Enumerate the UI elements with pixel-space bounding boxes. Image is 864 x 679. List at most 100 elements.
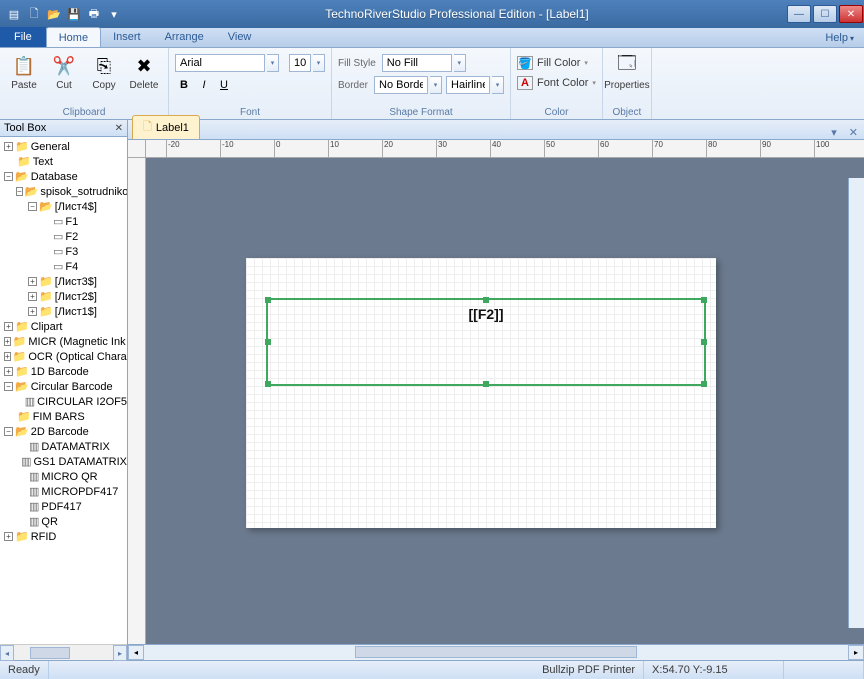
ribbon: 📋Paste ✂️Cut ⎘Copy ✖Delete Clipboard ▾ ▾… (0, 48, 864, 120)
vertical-ruler[interactable] (128, 158, 146, 644)
tree-ocr[interactable]: +📁OCR (Optical Character Rec (0, 349, 127, 364)
tab-view[interactable]: View (216, 27, 264, 47)
tree-microqr[interactable]: ▥MICRO QR (0, 469, 127, 484)
properties-button[interactable]: 🗔Properties (609, 50, 645, 91)
toolbox-close-icon[interactable]: ✕ (115, 123, 123, 134)
tree-datamatrix[interactable]: ▥DATAMATRIX (0, 439, 127, 454)
tree-micropdf[interactable]: ▥MICROPDF417 (0, 484, 127, 499)
tree-database[interactable]: −📂Database (0, 169, 127, 184)
tab-home[interactable]: Home (46, 27, 101, 47)
resize-handle[interactable] (483, 297, 489, 303)
italic-button[interactable]: I (195, 76, 213, 94)
canvas[interactable]: [[F2]] (146, 158, 864, 644)
scroll-thumb[interactable] (355, 646, 637, 658)
vertical-scrollbar[interactable] (848, 178, 864, 628)
fillstyle-input[interactable] (382, 54, 452, 72)
resize-handle[interactable] (701, 297, 707, 303)
font-size-dd-icon[interactable]: ▾ (313, 54, 325, 72)
qat-save-icon[interactable]: 💾 (66, 6, 82, 22)
fillstyle-dd-icon[interactable]: ▾ (454, 54, 466, 72)
cut-button[interactable]: ✂️Cut (46, 50, 82, 91)
resize-handle[interactable] (265, 297, 271, 303)
tree-general[interactable]: +📁General (0, 139, 127, 154)
tab-insert[interactable]: Insert (101, 27, 153, 47)
tree-list3[interactable]: +📁[Лист3$] (0, 274, 127, 289)
tree-qr[interactable]: ▥QR (0, 514, 127, 529)
fill-color-icon: 🪣 (517, 56, 533, 70)
qat-print-icon[interactable]: 🖶 (86, 6, 102, 22)
tree-1d-barcode[interactable]: +📁1D Barcode (0, 364, 127, 379)
toolbox-hscroll[interactable]: ◂ ▸ (0, 644, 127, 660)
tree-pdf417[interactable]: ▥PDF417 (0, 499, 127, 514)
border-label: Border (338, 80, 372, 91)
tree-f3[interactable]: ▭F3 (0, 244, 127, 259)
app-icon[interactable]: ▤ (6, 6, 22, 22)
font-size-input[interactable] (289, 54, 311, 72)
tree-fimbars[interactable]: 📁FIM BARS (0, 409, 127, 424)
doc-tab-label1[interactable]: 🗋Label1 (132, 115, 200, 139)
titlebar: ▤ 🗋 📂 💾 🖶 ▾ TechnoRiverStudio Profession… (0, 0, 864, 28)
tree-2d-barcode[interactable]: −📂2D Barcode (0, 424, 127, 439)
tree-spisok[interactable]: −📂spisok_sotrudnikov.xls (0, 184, 127, 199)
tree-list4[interactable]: −📂[Лист4$] (0, 199, 127, 214)
font-family-dd-icon[interactable]: ▾ (267, 54, 279, 72)
tab-file[interactable]: File (0, 27, 46, 47)
tree-list2[interactable]: +📁[Лист2$] (0, 289, 127, 304)
horizontal-ruler[interactable]: -20-100102030405060708090100 (146, 140, 864, 158)
tree-f1[interactable]: ▭F1 (0, 214, 127, 229)
tree-circ12of5[interactable]: ▥CIRCULAR I2OF5 (0, 394, 127, 409)
font-color-button[interactable]: AFont Color▾ (517, 76, 596, 90)
border-width-dd-icon[interactable]: ▾ (492, 76, 504, 94)
border-width-input[interactable] (446, 76, 490, 94)
fillstyle-label: Fill Style (338, 58, 380, 69)
resize-handle[interactable] (265, 339, 271, 345)
scroll-thumb[interactable] (30, 647, 70, 659)
tree-rfid[interactable]: +📁RFID (0, 529, 127, 544)
tree-clipart[interactable]: +📁Clipart (0, 319, 127, 334)
minimize-button[interactable]: — (787, 5, 811, 23)
copy-button[interactable]: ⎘Copy (86, 50, 122, 91)
help-menu[interactable]: Help (815, 29, 864, 47)
bold-button[interactable]: B (175, 76, 193, 94)
border-input[interactable] (374, 76, 428, 94)
group-object: 🗔Properties Object (603, 48, 652, 119)
delete-button[interactable]: ✖Delete (126, 50, 162, 91)
tree-micr[interactable]: +📁MICR (Magnetic Ink Charact (0, 334, 127, 349)
chevron-down-icon: ▾ (584, 59, 588, 67)
tree-list1[interactable]: +📁[Лист1$] (0, 304, 127, 319)
status-bar: Ready Bullzip PDF Printer X:54.70 Y:-9.1… (0, 660, 864, 679)
tree-gs1[interactable]: ▥GS1 DATAMATRIX (0, 454, 127, 469)
doc-tabs-dd-icon[interactable]: ▾ (825, 126, 843, 139)
resize-handle[interactable] (265, 381, 271, 387)
maximize-button[interactable]: ☐ (813, 5, 837, 23)
tree-circular[interactable]: −📂Circular Barcode (0, 379, 127, 394)
scroll-left-icon[interactable]: ◂ (0, 645, 14, 661)
tab-arrange[interactable]: Arrange (153, 27, 216, 47)
resize-handle[interactable] (701, 381, 707, 387)
tree-text[interactable]: 📁Text (0, 154, 127, 169)
tree-f4[interactable]: ▭F4 (0, 259, 127, 274)
close-button[interactable]: ✕ (839, 5, 863, 23)
qat-new-icon[interactable]: 🗋 (26, 6, 42, 22)
window-controls: — ☐ ✕ (786, 3, 864, 25)
underline-button[interactable]: U (215, 76, 233, 94)
doc-tab-close-icon[interactable]: ✕ (843, 126, 864, 139)
resize-handle[interactable] (483, 381, 489, 387)
scroll-left-icon[interactable]: ◂ (128, 645, 144, 660)
paste-button[interactable]: 📋Paste (6, 50, 42, 91)
window-title: TechnoRiverStudio Professional Edition -… (128, 7, 786, 21)
font-family-input[interactable] (175, 54, 265, 72)
horizontal-scrollbar[interactable]: ◂ ▸ (128, 644, 864, 660)
resize-handle[interactable] (701, 339, 707, 345)
qat-open-icon[interactable]: 📂 (46, 6, 62, 22)
delete-icon: ✖ (132, 54, 156, 78)
fill-color-button[interactable]: 🪣Fill Color▾ (517, 56, 588, 70)
selection-box[interactable]: [[F2]] (266, 298, 706, 386)
border-dd-icon[interactable]: ▾ (430, 76, 442, 94)
scroll-right-icon[interactable]: ▸ (113, 645, 127, 661)
tree-f2[interactable]: ▭F2 (0, 229, 127, 244)
scroll-right-icon[interactable]: ▸ (848, 645, 864, 660)
qat-dd-icon[interactable]: ▾ (106, 6, 122, 22)
document-tabs: 🗋Label1 ▾ ✕ (128, 120, 864, 140)
font-color-icon: A (517, 76, 533, 90)
